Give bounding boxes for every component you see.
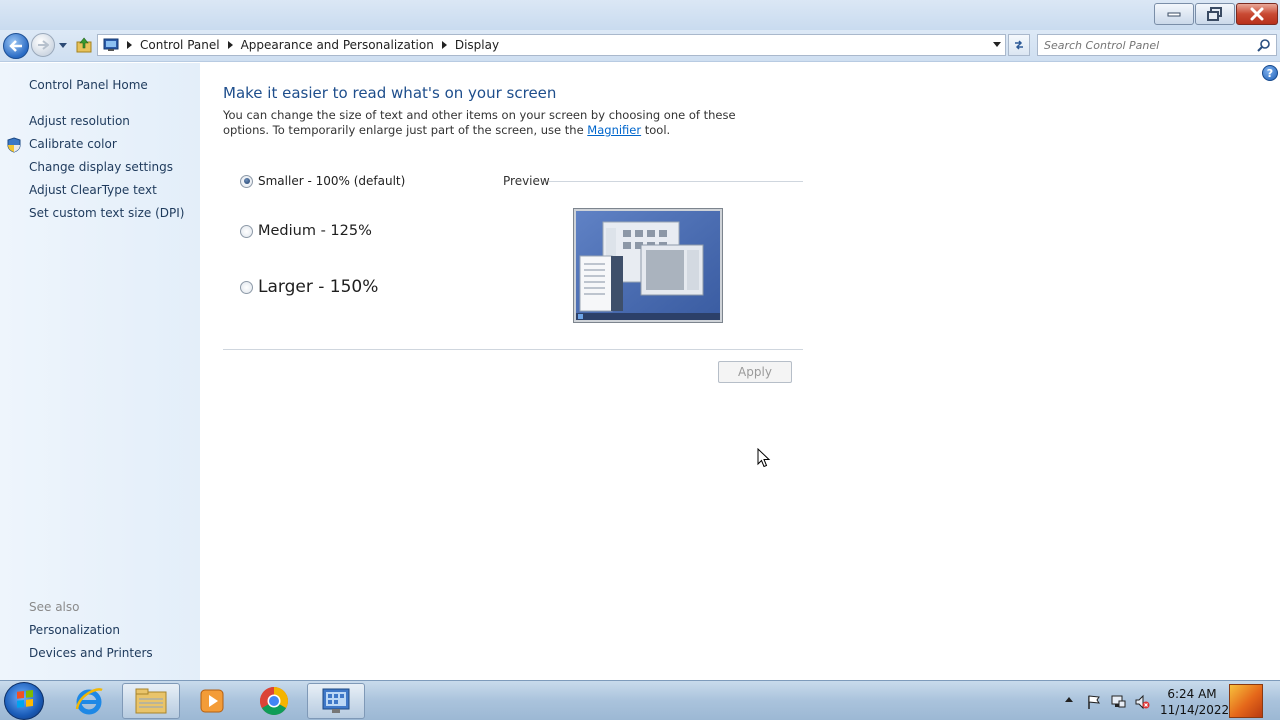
address-bar[interactable]: Control Panel Appearance and Personaliza… — [97, 34, 1006, 56]
control-panel-icon — [322, 688, 350, 713]
breadcrumb-control-panel[interactable]: Control Panel — [140, 38, 220, 52]
taskbar-control-panel[interactable] — [307, 683, 365, 719]
internet-explorer-icon — [75, 688, 103, 715]
option-label-smaller: Smaller - 100% (default) — [258, 174, 406, 188]
search-icon[interactable] — [1257, 38, 1271, 52]
start-button[interactable] — [4, 682, 44, 720]
uac-shield-icon — [7, 137, 21, 153]
sidebar-link-custom-dpi[interactable]: Set custom text size (DPI) — [29, 206, 184, 220]
preview-heading: Preview — [503, 174, 550, 188]
breadcrumb-separator-icon — [227, 41, 233, 49]
address-dropdown-icon[interactable] — [993, 42, 1001, 47]
folder-icon — [135, 688, 167, 714]
minimize-icon — [1167, 12, 1181, 17]
sidebar-link-personalization[interactable]: Personalization — [29, 623, 120, 637]
help-button[interactable]: ? — [1262, 65, 1278, 81]
recent-pages-dropdown-icon[interactable] — [57, 38, 69, 52]
volume-muted-icon[interactable] — [1134, 694, 1150, 710]
option-label-medium: Medium - 125% — [258, 223, 372, 239]
taskbar-media-player[interactable] — [183, 683, 241, 719]
page-title: Make it easier to read what's on your sc… — [223, 84, 557, 102]
desktop-preview-image — [573, 208, 723, 323]
mouse-cursor-icon — [757, 448, 771, 468]
windows-logo-icon — [17, 690, 33, 708]
magnifier-link[interactable]: Magnifier — [587, 123, 641, 137]
breadcrumb-separator-icon — [441, 41, 447, 49]
option-label-larger: Larger - 150% — [258, 277, 379, 297]
left-task-pane: Control Panel Home Adjust resolution Cal… — [0, 63, 200, 680]
option-larger-150[interactable]: Larger - 150% — [240, 277, 378, 297]
radio-button[interactable] — [240, 280, 253, 294]
breadcrumb-separator-icon — [127, 41, 132, 49]
option-smaller-100[interactable]: Smaller - 100% (default) — [240, 174, 405, 188]
sidebar-link-change-display-settings[interactable]: Change display settings — [29, 160, 173, 174]
minimize-button[interactable] — [1154, 3, 1194, 25]
sidebar-link-devices-and-printers[interactable]: Devices and Printers — [29, 646, 153, 660]
navigation-bar: Control Panel Appearance and Personaliza… — [0, 30, 1280, 62]
action-center-flag-icon[interactable] — [1086, 694, 1102, 710]
clock-date[interactable]: 11/14/2022 — [1160, 703, 1229, 717]
media-player-icon — [200, 689, 224, 713]
breadcrumb-appearance[interactable]: Appearance and Personalization — [241, 38, 434, 52]
clock-time[interactable]: 6:24 AM — [1160, 687, 1224, 701]
close-icon — [1250, 7, 1264, 21]
refresh-button[interactable] — [1008, 34, 1030, 56]
taskbar-windows-explorer[interactable] — [122, 683, 180, 719]
back-arrow-icon — [9, 40, 22, 52]
back-button[interactable] — [3, 33, 29, 59]
search-input[interactable] — [1044, 38, 1257, 52]
show-hidden-icons-icon[interactable] — [1065, 697, 1073, 702]
apply-button[interactable]: Apply — [718, 361, 792, 383]
section-divider — [223, 349, 803, 350]
title-bar — [0, 0, 1280, 30]
taskbar-internet-explorer[interactable] — [60, 683, 118, 719]
breadcrumb-display[interactable]: Display — [455, 38, 499, 52]
chrome-icon — [260, 687, 288, 715]
close-button[interactable] — [1236, 3, 1278, 25]
network-icon[interactable] — [1110, 694, 1126, 710]
search-box[interactable] — [1037, 34, 1277, 56]
preview-divider — [549, 181, 803, 182]
forward-button[interactable] — [31, 33, 55, 57]
taskbar-chrome[interactable] — [245, 683, 303, 719]
sidebar-link-control-panel-home[interactable]: Control Panel Home — [29, 78, 148, 92]
see-also-heading: See also — [29, 600, 80, 614]
radio-button-selected[interactable] — [240, 174, 253, 188]
restore-icon — [1207, 7, 1222, 21]
sidebar-link-calibrate-color[interactable]: Calibrate color — [29, 137, 117, 151]
restore-button[interactable] — [1195, 3, 1235, 25]
refresh-icon — [1015, 40, 1023, 50]
page-description: You can change the size of text and othe… — [223, 108, 783, 138]
up-folder-icon[interactable] — [75, 36, 93, 54]
forward-arrow-icon — [38, 40, 49, 50]
option-medium-125[interactable]: Medium - 125% — [240, 223, 372, 239]
radio-button[interactable] — [240, 224, 253, 238]
description-text-end: tool. — [641, 123, 671, 137]
taskbar: 6:24 AM 11/14/2022 — [0, 680, 1280, 720]
sidebar-link-adjust-cleartype[interactable]: Adjust ClearType text — [29, 183, 157, 197]
computer-icon — [103, 38, 119, 51]
sidebar-link-adjust-resolution[interactable]: Adjust resolution — [29, 114, 130, 128]
user-account-tile[interactable] — [1229, 684, 1263, 718]
